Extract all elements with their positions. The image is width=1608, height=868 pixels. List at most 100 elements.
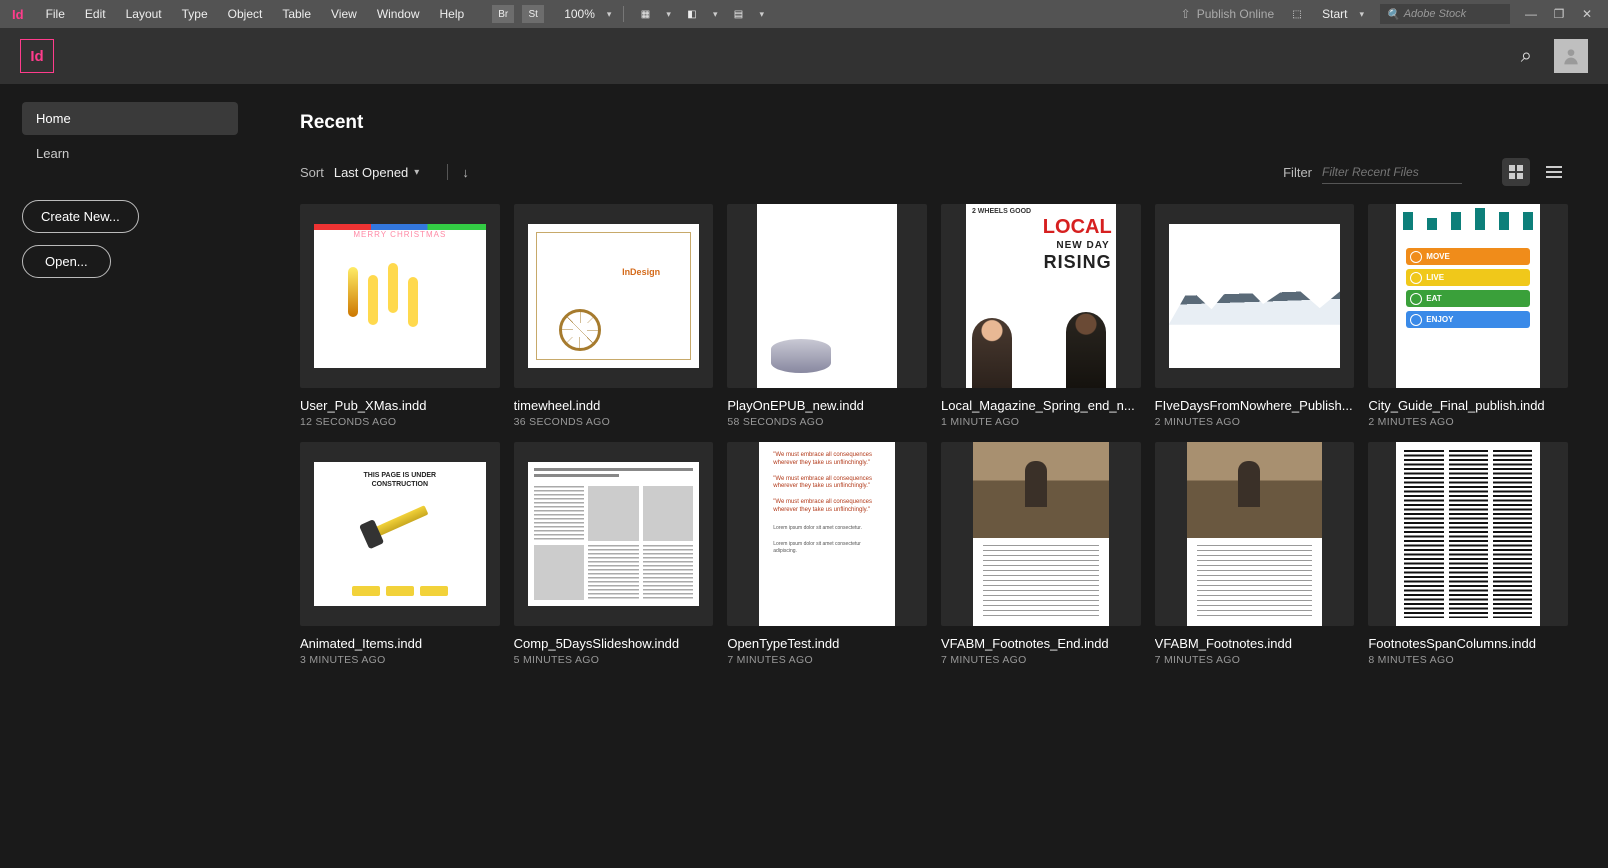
sidebar-item-learn[interactable]: Learn bbox=[22, 137, 238, 170]
filter-label: Filter bbox=[1283, 165, 1312, 180]
file-card[interactable]: User_Pub_XMas.indd 12 seconds ago bbox=[300, 204, 500, 428]
minimize-button[interactable]: — bbox=[1522, 7, 1540, 21]
chevron-down-icon: ▾ bbox=[1353, 9, 1370, 20]
file-thumbnail bbox=[1155, 204, 1355, 388]
file-name: VFABM_Footnotes_End.indd bbox=[941, 636, 1141, 651]
search-icon: 🔍 bbox=[1386, 8, 1400, 21]
file-card[interactable]: NAVIGATIONMOVELIVEEATENJOY City_Guide_Fin… bbox=[1368, 204, 1568, 428]
file-time: 2 minutes ago bbox=[1155, 416, 1355, 428]
file-name: OpenTypeTest.indd bbox=[727, 636, 927, 651]
view-options-2[interactable]: ◧ bbox=[681, 5, 703, 23]
file-name: timewheel.indd bbox=[514, 398, 714, 413]
menu-bar: Id File Edit Layout Type Object Table Vi… bbox=[0, 0, 1608, 28]
file-card[interactable]: FIveDaysFromNowhere_Publish...2 minutes … bbox=[1155, 204, 1355, 428]
file-thumbnail: InDesign bbox=[514, 204, 714, 388]
header-bar: Id ⌕ bbox=[0, 28, 1608, 84]
file-time: 7 minutes ago bbox=[727, 654, 927, 666]
upload-icon: ⇧ bbox=[1181, 7, 1191, 21]
create-new-button[interactable]: Create New... bbox=[22, 200, 139, 233]
indesign-logo: Id bbox=[20, 39, 54, 73]
file-time: 5 minutes ago bbox=[514, 654, 714, 666]
app-icon: Id bbox=[0, 7, 36, 22]
file-thumbnail: "We must embrace all consequenceswhereve… bbox=[727, 442, 927, 626]
file-time: 7 minutes ago bbox=[1155, 654, 1355, 666]
sort-direction-button[interactable]: ↓ bbox=[462, 165, 469, 180]
stock-button[interactable]: St bbox=[522, 5, 544, 23]
menu-type[interactable]: Type bbox=[172, 7, 218, 21]
adobe-stock-search[interactable]: 🔍Adobe Stock bbox=[1380, 4, 1510, 24]
view-options-1[interactable]: ▦ bbox=[634, 5, 656, 23]
chevron-down-icon[interactable]: ▾ bbox=[601, 9, 618, 20]
chevron-down-icon[interactable]: ▾ bbox=[707, 9, 724, 20]
divider bbox=[447, 164, 448, 180]
file-card[interactable]: THIS PAGE IS UNDERCONSTRUCTION Animated_I… bbox=[300, 442, 500, 666]
file-name: City_Guide_Final_publish.indd bbox=[1368, 398, 1568, 413]
user-icon bbox=[1561, 46, 1581, 66]
sort-dropdown[interactable]: Last Opened bbox=[334, 165, 408, 180]
file-name: Animated_Items.indd bbox=[300, 636, 500, 651]
chevron-down-icon[interactable]: ▾ bbox=[414, 167, 419, 178]
file-thumbnail: NAVIGATIONMOVELIVEEATENJOY bbox=[1368, 204, 1568, 388]
menu-edit[interactable]: Edit bbox=[75, 7, 116, 21]
menu-file[interactable]: File bbox=[36, 7, 75, 21]
file-card[interactable]: VFABM_Footnotes.indd7 minutes ago bbox=[1155, 442, 1355, 666]
menu-object[interactable]: Object bbox=[218, 7, 273, 21]
bridge-button[interactable]: Br bbox=[492, 5, 514, 23]
sort-label: Sort bbox=[300, 165, 324, 180]
view-options-3[interactable]: ▤ bbox=[727, 5, 749, 23]
sidebar-item-home[interactable]: Home bbox=[22, 102, 238, 135]
menu-table[interactable]: Table bbox=[272, 7, 321, 21]
file-thumbnail bbox=[514, 442, 714, 626]
file-name: Local_Magazine_Spring_end_n... bbox=[941, 398, 1141, 413]
file-thumbnail bbox=[1155, 442, 1355, 626]
sidebar-nav: Home Learn bbox=[22, 102, 238, 170]
search-icon[interactable]: ⌕ bbox=[1521, 45, 1532, 68]
file-thumbnail bbox=[1368, 442, 1568, 626]
file-time: 58 seconds ago bbox=[727, 416, 927, 428]
file-name: FootnotesSpanColumns.indd bbox=[1368, 636, 1568, 651]
file-name: User_Pub_XMas.indd bbox=[300, 398, 500, 413]
chevron-down-icon[interactable]: ▾ bbox=[753, 9, 770, 20]
menu-layout[interactable]: Layout bbox=[116, 7, 172, 21]
list-icon bbox=[1546, 165, 1562, 179]
file-name: PlayOnEPUB_new.indd bbox=[727, 398, 927, 413]
file-time: 12 seconds ago bbox=[300, 416, 500, 428]
separator bbox=[623, 6, 624, 22]
file-time: 8 minutes ago bbox=[1368, 654, 1568, 666]
file-card[interactable]: InDesigntimewheel.indd36 seconds ago bbox=[514, 204, 714, 428]
avatar[interactable] bbox=[1554, 39, 1588, 73]
toolbar: Sort Last Opened ▾ ↓ Filter bbox=[300, 158, 1568, 186]
file-thumbnail bbox=[941, 442, 1141, 626]
main-area: Home Learn Create New... Open... Recent … bbox=[0, 84, 1608, 868]
restore-button[interactable]: ❐ bbox=[1550, 7, 1568, 21]
file-time: 2 minutes ago bbox=[1368, 416, 1568, 428]
close-button[interactable]: ✕ bbox=[1578, 7, 1596, 21]
chevron-down-icon[interactable]: ▾ bbox=[660, 9, 677, 20]
grid-view-button[interactable] bbox=[1502, 158, 1530, 186]
zoom-level[interactable]: 100% bbox=[558, 7, 601, 21]
file-thumbnail bbox=[300, 204, 500, 388]
file-card[interactable]: 2 WHEELS GOODLOCALNEW DAYRISING Local_Mag… bbox=[941, 204, 1141, 428]
page-title: Recent bbox=[300, 112, 1568, 134]
file-thumbnail: THIS PAGE IS UNDERCONSTRUCTION bbox=[300, 442, 500, 626]
file-thumbnail: PLA bbox=[727, 204, 927, 388]
file-card[interactable]: PLA PlayOnEPUB_new.indd 58 seconds ago bbox=[727, 204, 927, 428]
menu-view[interactable]: View bbox=[321, 7, 367, 21]
file-name: Comp_5DaysSlideshow.indd bbox=[514, 636, 714, 651]
workspace-switcher[interactable]: Start▾ bbox=[1312, 7, 1380, 21]
file-card[interactable]: VFABM_Footnotes_End.indd7 minutes ago bbox=[941, 442, 1141, 666]
file-time: 3 minutes ago bbox=[300, 654, 500, 666]
content-area: Recent Sort Last Opened ▾ ↓ Filter User_… bbox=[260, 84, 1608, 868]
menu-help[interactable]: Help bbox=[430, 7, 475, 21]
filter-input[interactable] bbox=[1322, 161, 1462, 184]
menu-window[interactable]: Window bbox=[367, 7, 430, 21]
open-button[interactable]: Open... bbox=[22, 245, 111, 278]
file-card[interactable]: Comp_5DaysSlideshow.indd 5 minutes ago bbox=[514, 442, 714, 666]
file-thumbnail: 2 WHEELS GOODLOCALNEW DAYRISING bbox=[941, 204, 1141, 388]
publish-online-button[interactable]: ⇧Publish Online bbox=[1173, 7, 1282, 21]
list-view-button[interactable] bbox=[1540, 158, 1568, 186]
file-card[interactable]: "We must embrace all consequenceswhereve… bbox=[727, 442, 927, 666]
file-card[interactable]: FootnotesSpanColumns.indd 8 minutes ago bbox=[1368, 442, 1568, 666]
recent-files-grid: User_Pub_XMas.indd 12 seconds ago InDesign… bbox=[300, 204, 1568, 666]
arrange-documents-icon[interactable]: ⬚ bbox=[1286, 5, 1308, 23]
